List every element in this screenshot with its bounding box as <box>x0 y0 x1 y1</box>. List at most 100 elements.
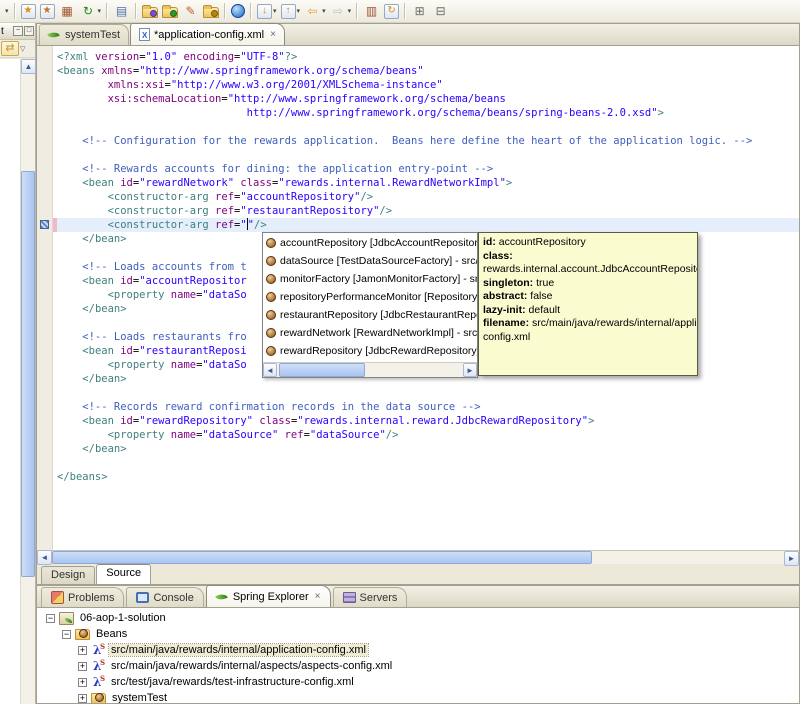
tree-row[interactable]: − 06-aop-1-solution <box>37 610 799 626</box>
popup-item[interactable]: accountRepository [JdbcAccountRepository… <box>263 234 477 252</box>
new-wizard-icon[interactable]: ★ <box>20 1 37 21</box>
popup-scrollbar-thumb[interactable] <box>279 363 365 377</box>
popup-item[interactable]: repositoryPerformanceMonitor [Repository… <box>263 288 477 306</box>
popup-item[interactable]: dataSource [TestDataSourceFactory] - src… <box>263 252 477 270</box>
dropdown-caret-icon[interactable]: ▾ <box>297 7 301 15</box>
tree-expander-icon[interactable]: + <box>78 661 87 671</box>
popup-item[interactable]: restaurantRepository [JdbcRestaurantRepo… <box>263 306 477 324</box>
code-line[interactable]: <property name="dataSource" ref="dataSou… <box>57 428 799 442</box>
editor-hscrollbar[interactable]: ◄ ► <box>37 550 799 566</box>
code-line[interactable]: xsi:schemaLocation="http://www.springfra… <box>57 92 799 106</box>
tree-row[interactable]: + systemTest <box>37 690 799 703</box>
popup-scroll-right-icon[interactable]: ► <box>463 363 477 377</box>
tab-spring-explorer[interactable]: Spring Explorer × <box>205 585 331 607</box>
dropdown-caret-icon[interactable]: ▾ <box>273 7 277 15</box>
new-wizard-alt-icon[interactable]: ★ <box>39 1 56 21</box>
tree-row[interactable]: − Beans <box>37 626 799 642</box>
tree-expander-icon[interactable]: − <box>46 613 55 623</box>
open-folder-icon[interactable] <box>202 1 220 21</box>
toolbar-separator <box>106 3 109 19</box>
tab-systemtest[interactable]: systemTest <box>39 24 130 45</box>
code-line[interactable]: <bean id="rewardNetwork" class="rewards.… <box>57 176 799 190</box>
export-folder-icon[interactable] <box>161 1 179 21</box>
dropdown-caret-icon[interactable]: ▾ <box>322 7 326 15</box>
code-line[interactable] <box>57 120 799 134</box>
code-line[interactable] <box>57 148 799 162</box>
popup-item[interactable]: rewardNetwork [RewardNetworkImpl] - src/… <box>263 324 477 342</box>
code-line[interactable]: <constructor-arg ref="restaurantReposito… <box>57 204 799 218</box>
link-with-editor-icon[interactable]: ⇄ <box>1 41 19 56</box>
dropdown-caret-icon[interactable]: ▾ <box>98 7 102 15</box>
tree-row[interactable]: + src/main/java/rewards/internal/applicat… <box>37 642 799 658</box>
tab-problems[interactable]: Problems <box>41 587 125 607</box>
tree-expander-icon[interactable]: + <box>78 693 87 703</box>
highlighter-pen-icon[interactable]: ✎ <box>181 1 200 21</box>
code-line[interactable]: <!-- Rewards accounts for dining: the ap… <box>57 162 799 176</box>
collapse-all-icon[interactable]: ⊟ <box>431 1 450 21</box>
export-config-icon[interactable]: ↑ ▾ <box>280 1 302 21</box>
tree-row[interactable]: + src/main/java/rewards/internal/aspects/… <box>37 658 799 674</box>
highlighter-pen-glyph: ✎ <box>185 4 196 18</box>
popup-hscrollbar[interactable]: ◄ ► <box>263 362 477 377</box>
web-browser-icon[interactable] <box>230 1 246 21</box>
tab-servers[interactable]: Servers <box>332 587 408 607</box>
new-wizard-glyph: ★ <box>20 3 36 19</box>
close-icon[interactable]: × <box>270 29 276 40</box>
popup-scroll-left-icon[interactable]: ◄ <box>263 363 277 377</box>
tab-console[interactable]: Console <box>126 587 204 607</box>
spring-explorer-tree[interactable]: −06-aop-1-solution−Beans+src/main/java/r… <box>37 608 799 703</box>
code-line[interactable] <box>57 456 799 470</box>
code-line[interactable]: <!-- Records reward confirmation records… <box>57 400 799 414</box>
scroll-right-icon[interactable]: ► <box>784 551 799 566</box>
refresh-config-icon[interactable]: ↻ <box>383 1 400 21</box>
code-line[interactable]: xmlns:xsi="http://www.w3.org/2001/XMLSch… <box>57 78 799 92</box>
hscrollbar-thumb[interactable] <box>52 551 592 564</box>
code-line[interactable]: <?xml version="1.0" encoding="UTF-8"?> <box>57 50 799 64</box>
tab-application-config[interactable]: *application-config.xml × <box>130 23 285 45</box>
refresh-icon[interactable]: ↻ ▾ <box>79 1 103 21</box>
left-rail-body: ▲ <box>0 59 36 704</box>
scroll-left-icon[interactable]: ◄ <box>37 550 52 565</box>
popup-item[interactable]: rewardRepository [JdbcRewardRepository] … <box>263 342 477 360</box>
code-line[interactable]: </beans> <box>57 470 799 484</box>
tree-expander-icon[interactable]: + <box>78 677 87 687</box>
scrollbar-thumb[interactable] <box>21 171 35 577</box>
scroll-up-icon[interactable]: ▲ <box>21 59 36 74</box>
tooltip-line: rewards.internal.account.JdbcAccountRepo… <box>483 263 698 275</box>
expand-all-icon[interactable]: ⊞ <box>410 1 429 21</box>
dropdown-caret-icon[interactable]: ▾ <box>348 7 352 15</box>
maximize-icon[interactable]: □ <box>24 26 34 36</box>
left-rail-scrollbar[interactable]: ▲ <box>20 59 36 704</box>
import-folder-icon[interactable] <box>141 1 159 21</box>
main-toolbar: ▾ ★ ★ ▦ ↻ ▾ ▤ ✎ ↓ ▾ ↑ ▾ ⇦ ▾ ⇨ ▾ ▥ ↻ ⊞ ⊟ <box>0 0 800 23</box>
code-line[interactable]: <!-- Configuration for the rewards appli… <box>57 134 799 148</box>
code-line[interactable]: <constructor-arg ref=""/> <box>57 218 799 232</box>
page-tab-design[interactable]: Design <box>41 566 96 584</box>
package-grid-icon[interactable]: ▦ <box>58 1 77 21</box>
completion-list: accountRepository [JdbcAccountRepository… <box>263 233 477 362</box>
view-menu-chevron-icon[interactable]: ▽ <box>20 45 25 53</box>
console-icon <box>136 592 150 603</box>
spool-icon[interactable]: ▥ <box>362 1 381 21</box>
tree-row[interactable]: + src/test/java/rewards/test-infrastructu… <box>37 674 799 690</box>
tree-item-label: src/test/java/rewards/test-infrastructur… <box>111 676 354 688</box>
dropdown-caret-icon[interactable]: ▾ <box>5 7 9 15</box>
tree-expander-icon[interactable]: + <box>78 645 87 655</box>
toolbar-overflow-chevron[interactable]: ▾ <box>3 1 10 21</box>
import-config-icon[interactable]: ↓ ▾ <box>256 1 278 21</box>
code-line[interactable] <box>57 386 799 400</box>
web-browser-glyph <box>231 4 246 18</box>
page-tab-source[interactable]: Source <box>96 564 152 584</box>
code-line[interactable]: </bean> <box>57 442 799 456</box>
code-line[interactable]: http://www.springframework.org/schema/be… <box>57 106 799 120</box>
table-wizard-icon[interactable]: ▤ <box>112 1 131 21</box>
code-line[interactable]: <beans xmlns="http://www.springframework… <box>57 64 799 78</box>
tree-expander-icon[interactable]: − <box>62 629 71 639</box>
code-line[interactable]: <bean id="rewardRepository" class="rewar… <box>57 414 799 428</box>
code-line[interactable]: <constructor-arg ref="accountRepository"… <box>57 190 799 204</box>
forward-arrow-icon[interactable]: ⇨ ▾ <box>329 1 353 21</box>
popup-item[interactable]: monitorFactory [JamonMonitorFactory] - s… <box>263 270 477 288</box>
close-icon[interactable]: × <box>315 591 321 602</box>
minimize-icon[interactable]: − <box>13 26 23 36</box>
back-arrow-icon[interactable]: ⇦ ▾ <box>303 1 327 21</box>
